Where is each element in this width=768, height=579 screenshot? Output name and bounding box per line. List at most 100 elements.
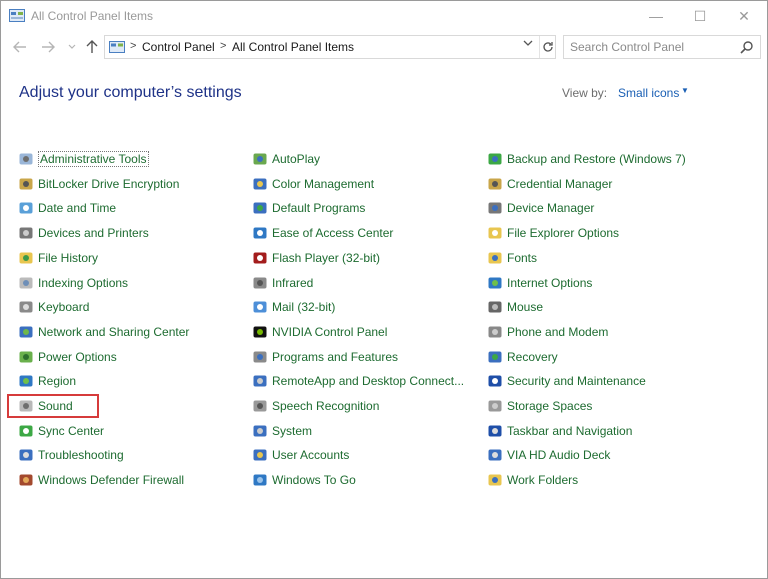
item-file-explorer-options[interactable]: File Explorer Options: [487, 223, 619, 243]
recovery-icon: [488, 351, 502, 363]
printer-icon: [19, 227, 33, 239]
item-label: Device Manager: [507, 201, 595, 216]
item-bitlocker-drive-encryption[interactable]: BitLocker Drive Encryption: [18, 174, 179, 194]
item-label: Devices and Printers: [38, 226, 149, 241]
item-sync-center[interactable]: Sync Center: [18, 421, 104, 441]
item-windows-defender-firewall[interactable]: Windows Defender Firewall: [18, 470, 184, 490]
arrow-left-icon: [13, 41, 26, 53]
item-storage-spaces[interactable]: Storage Spaces: [487, 396, 592, 416]
item-programs-and-features[interactable]: Programs and Features: [252, 347, 398, 367]
indexing-icon: [19, 277, 33, 288]
refresh-button[interactable]: [539, 36, 555, 58]
breadcrumb-all-items[interactable]: All Control Panel Items: [232, 40, 354, 54]
phone-icon: [488, 326, 502, 338]
item-network-and-sharing-center[interactable]: Network and Sharing Center: [18, 322, 189, 342]
item-label: Default Programs: [272, 201, 366, 216]
sync-icon: [19, 425, 33, 437]
item-recovery[interactable]: Recovery: [487, 347, 558, 367]
item-power-options[interactable]: Power Options: [18, 347, 117, 367]
item-label: Mouse: [507, 300, 544, 315]
item-date-and-time[interactable]: Date and Time: [18, 198, 116, 218]
item-label: Recovery: [507, 349, 558, 364]
refresh-icon: [542, 42, 553, 52]
item-label: Taskbar and Navigation: [507, 423, 633, 438]
item-user-accounts[interactable]: User Accounts: [252, 445, 349, 465]
storage-icon: [488, 400, 502, 412]
item-infrared[interactable]: Infrared: [252, 273, 313, 293]
item-label: Programs and Features: [272, 349, 399, 364]
item-label: RemoteApp and Desktop Connect...: [272, 374, 465, 389]
users-icon: [253, 449, 267, 461]
search-icon[interactable]: [740, 40, 754, 54]
item-security-and-maintenance[interactable]: Security and Maintenance: [487, 371, 646, 391]
item-label: Troubleshooting: [38, 448, 124, 463]
item-region[interactable]: Region: [18, 371, 76, 391]
item-label: Administrative Tools: [38, 151, 149, 167]
bitlocker-icon: [19, 178, 33, 190]
item-troubleshooting[interactable]: Troubleshooting: [18, 445, 124, 465]
item-label: NVIDIA Control Panel: [272, 324, 388, 339]
item-taskbar-and-navigation[interactable]: Taskbar and Navigation: [487, 421, 632, 441]
arrow-up-icon: [86, 40, 98, 53]
item-label: User Accounts: [272, 448, 350, 463]
breadcrumb-control-panel[interactable]: Control Panel: [142, 40, 215, 54]
minimize-button[interactable]: —: [633, 1, 679, 31]
item-backup-and-restore-windows-7[interactable]: Backup and Restore (Windows 7): [487, 149, 686, 169]
item-label: Credential Manager: [507, 176, 613, 191]
item-file-history[interactable]: File History: [18, 248, 98, 268]
maximize-button[interactable]: ☐: [677, 1, 723, 31]
item-ease-of-access-center[interactable]: Ease of Access Center: [252, 223, 393, 243]
item-administrative-tools[interactable]: Administrative Tools: [18, 149, 149, 169]
item-label: Power Options: [38, 349, 117, 364]
breadcrumb-separator[interactable]: >: [130, 40, 136, 52]
item-indexing-options[interactable]: Indexing Options: [18, 273, 128, 293]
forward-button[interactable]: [39, 37, 57, 57]
firewall-icon: [19, 474, 33, 486]
item-label: Region: [38, 374, 77, 389]
view-by-dropdown[interactable]: Small icons: [618, 86, 679, 100]
item-color-management[interactable]: Color Management: [252, 174, 374, 194]
item-fonts[interactable]: Fonts: [487, 248, 537, 268]
item-remoteapp-and-desktop-connect[interactable]: RemoteApp and Desktop Connect...: [252, 371, 464, 391]
item-system[interactable]: System: [252, 421, 312, 441]
item-label: Fonts: [507, 250, 538, 265]
troubleshoot-icon: [19, 449, 33, 461]
network-icon: [19, 326, 33, 338]
ease-access-icon: [253, 227, 267, 239]
item-speech-recognition[interactable]: Speech Recognition: [252, 396, 379, 416]
control-panel-window: All Control Panel Items — ☐ ✕ > Control …: [0, 0, 768, 579]
search-input[interactable]: Search Control Panel: [563, 35, 761, 59]
item-flash-player-32-bit[interactable]: Flash Player (32-bit): [252, 248, 380, 268]
breadcrumb-separator[interactable]: >: [220, 40, 226, 52]
chevron-down-icon: [68, 44, 76, 49]
item-label: Speech Recognition: [272, 399, 380, 413]
infrared-icon: [253, 277, 267, 288]
item-via-hd-audio-deck[interactable]: VIA HD Audio Deck: [487, 445, 610, 465]
item-windows-to-go[interactable]: Windows To Go: [252, 470, 356, 490]
item-phone-and-modem[interactable]: Phone and Modem: [487, 322, 608, 342]
item-internet-options[interactable]: Internet Options: [487, 273, 592, 293]
item-work-folders[interactable]: Work Folders: [487, 470, 578, 490]
item-label: System: [272, 423, 313, 438]
address-bar[interactable]: > Control Panel > All Control Panel Item…: [104, 35, 556, 59]
item-autoplay[interactable]: AutoPlay: [252, 149, 320, 169]
view-by-caret-icon[interactable]: ▼: [681, 86, 689, 95]
back-button[interactable]: [11, 37, 29, 57]
device-manager-icon: [488, 202, 502, 214]
item-keyboard[interactable]: Keyboard: [18, 297, 89, 317]
address-dropdown-button[interactable]: [523, 39, 533, 50]
item-credential-manager[interactable]: Credential Manager: [487, 174, 612, 194]
audio-deck-icon: [488, 449, 502, 461]
item-label: Sync Center: [38, 423, 105, 438]
close-button[interactable]: ✕: [721, 1, 767, 31]
item-device-manager[interactable]: Device Manager: [487, 198, 594, 218]
item-nvidia-control-panel[interactable]: NVIDIA Control Panel: [252, 322, 387, 342]
item-default-programs[interactable]: Default Programs: [252, 198, 365, 218]
recent-locations-button[interactable]: [63, 37, 81, 57]
item-mouse[interactable]: Mouse: [487, 297, 543, 317]
windows-to-go-icon: [253, 474, 267, 486]
item-devices-and-printers[interactable]: Devices and Printers: [18, 223, 149, 243]
up-button[interactable]: [83, 37, 101, 57]
default-programs-icon: [253, 202, 267, 214]
item-mail-32-bit[interactable]: Mail (32-bit): [252, 297, 335, 317]
